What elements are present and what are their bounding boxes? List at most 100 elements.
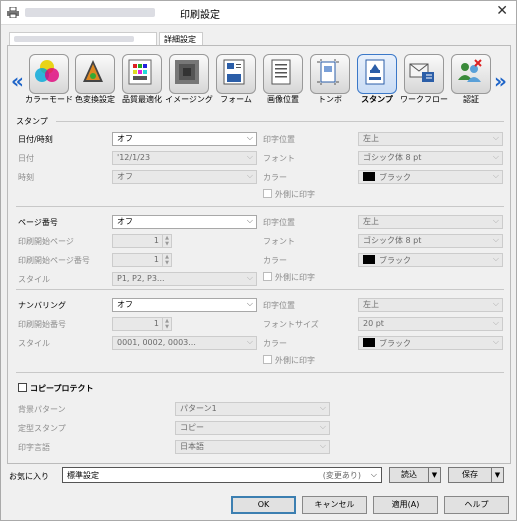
chevron-down-icon: ⌵ (492, 171, 499, 180)
scroll-right-icon[interactable]: » (494, 69, 507, 93)
page-number-select[interactable]: オフ ⌵ (112, 215, 257, 229)
date-position-select[interactable]: 左上 ⌵ (358, 132, 503, 146)
date-time-value: オフ (117, 134, 133, 143)
divider (16, 372, 504, 373)
toolbar-crop-marks[interactable]: トンボ (307, 51, 353, 111)
help-button[interactable]: ヘルプ (444, 496, 509, 514)
stamp-icon (365, 59, 385, 85)
printer-icon (7, 7, 19, 18)
color-swatch (363, 255, 375, 264)
numbering-outside-checkbox[interactable]: 外側に印字 (263, 355, 315, 366)
date-outside-checkbox[interactable]: 外側に印字 (263, 189, 315, 200)
checkbox-label: 外側に印字 (275, 356, 315, 365)
fixed-stamp-select[interactable]: コピー ⌵ (175, 421, 330, 435)
toolbar-color-conversion[interactable]: 色変換設定 (72, 51, 118, 111)
start-page-number-label: 印刷開始ページ番号 (18, 256, 90, 265)
save-button[interactable]: 保存 ▼ (448, 467, 504, 483)
fixed-stamp-value: コピー (180, 423, 204, 432)
date-color-select[interactable]: ブラック ⌵ (358, 170, 503, 184)
numbering-color-select[interactable]: ブラック ⌵ (358, 336, 503, 350)
numbering-value: オフ (117, 300, 133, 309)
imaging-icon (175, 60, 199, 84)
tab-printer[interactable] (9, 32, 157, 45)
numbering-style-select[interactable]: 0001, 0002, 0003... ⌵ (112, 336, 257, 350)
date-format-select[interactable]: '12/1/23 ⌵ (112, 151, 257, 165)
window-title: 印刷設定 (180, 10, 220, 21)
copy-protect-checkbox[interactable]: コピープロテクト (18, 383, 94, 394)
spinner-arrows-icon[interactable]: ▲ ▼ (162, 318, 171, 330)
save-menu-icon[interactable]: ▼ (491, 468, 503, 482)
numbering-fontsize-select[interactable]: 20 pt ⌵ (358, 317, 503, 331)
checkbox-box (263, 355, 272, 364)
page-style-label: スタイル (18, 275, 50, 284)
ok-button[interactable]: OK (231, 496, 296, 514)
numbering-color-label: カラー (263, 339, 287, 348)
chevron-down-icon: ⌵ (492, 299, 499, 308)
page-number-value: オフ (117, 217, 133, 226)
toolbar-imaging[interactable]: イメージング (165, 51, 213, 111)
toolbar-label: 認証 (463, 95, 479, 104)
color-swatch (363, 172, 375, 181)
date-position-label: 印字位置 (263, 135, 295, 144)
workflow-icon (409, 63, 434, 82)
tab-advanced[interactable]: 詳細設定 (159, 32, 203, 45)
print-language-label: 印字言語 (18, 443, 50, 452)
cancel-button[interactable]: キャンセル (302, 496, 367, 514)
start-page-number-spinner[interactable]: 1 ▲ ▼ (112, 253, 172, 267)
page-outside-checkbox[interactable]: 外側に印字 (263, 272, 315, 283)
time-format-select[interactable]: オフ ⌵ (112, 170, 257, 184)
chevron-down-icon: ⌵ (319, 441, 326, 450)
date-font-label: フォント (263, 154, 295, 163)
chevron-down-icon: ⌵ (246, 216, 253, 225)
checkbox-label: 外側に印字 (275, 273, 315, 282)
favorites-value: 標準設定 (67, 471, 99, 480)
toolbar-quality[interactable]: 品質最適化 (119, 51, 165, 111)
printer-name-blurred (25, 8, 155, 17)
time-label: 時刻 (18, 173, 34, 182)
divider (16, 289, 504, 290)
page-style-select[interactable]: P1, P2, P3... ⌵ (112, 272, 257, 286)
checkbox-box (18, 383, 27, 392)
start-page-value: 1 (153, 236, 159, 245)
page-color-label: カラー (263, 256, 287, 265)
start-number-value: 1 (153, 319, 159, 328)
load-menu-icon[interactable]: ▼ (428, 468, 440, 482)
page-color-select[interactable]: ブラック ⌵ (358, 253, 503, 267)
start-number-spinner[interactable]: 1 ▲ ▼ (112, 317, 172, 331)
numbering-position-select[interactable]: 左上 ⌵ (358, 298, 503, 312)
chevron-down-icon: ⌵ (492, 235, 499, 244)
load-label: 読込 (401, 470, 417, 479)
toolbar-workflow[interactable]: ワークフロー (400, 51, 448, 111)
apply-button[interactable]: 適用(A) (373, 496, 438, 514)
image-position-icon (271, 59, 291, 85)
page-font-select[interactable]: ゴシック体 8 pt ⌵ (358, 234, 503, 248)
start-page-spinner[interactable]: 1 ▲ ▼ (112, 234, 172, 248)
print-settings-window: 印刷設定 ✕ 詳細設定 « » カラーモード 色変換設定 品質最適化 イメージン… (0, 0, 517, 521)
numbering-position-label: 印字位置 (263, 301, 295, 310)
title-bar: 印刷設定 ✕ (1, 1, 516, 25)
close-icon[interactable]: ✕ (496, 3, 508, 19)
numbering-select[interactable]: オフ ⌵ (112, 298, 257, 312)
spinner-arrows-icon[interactable]: ▲ ▼ (162, 254, 171, 266)
favorites-changed: (変更あり) (322, 471, 361, 480)
bg-pattern-select[interactable]: パターン1 ⌵ (175, 402, 330, 416)
print-language-select[interactable]: 日本語 ⌵ (175, 440, 330, 454)
load-button[interactable]: 読込 ▼ (389, 467, 441, 483)
toolbar-form[interactable]: フォーム (213, 51, 259, 111)
date-time-select[interactable]: オフ ⌵ (112, 132, 257, 146)
scroll-left-icon[interactable]: « (11, 69, 24, 93)
favorites-select[interactable]: 標準設定 (変更あり) ⌵ (62, 467, 382, 483)
toolbar-image-position[interactable]: 画像位置 (260, 51, 306, 111)
numbering-fontsize-label: フォントサイズ (263, 320, 319, 329)
spinner-arrows-icon[interactable]: ▲ ▼ (162, 235, 171, 247)
toolbar-authentication[interactable]: 認証 (448, 51, 494, 111)
date-font-select[interactable]: ゴシック体 8 pt ⌵ (358, 151, 503, 165)
page-position-select[interactable]: 左上 ⌵ (358, 215, 503, 229)
start-number-label: 印刷開始番号 (18, 320, 66, 329)
color-conversion-icon (83, 60, 103, 82)
toolbar-stamp[interactable]: スタンプ (354, 51, 400, 111)
settings-panel: « » カラーモード 色変換設定 品質最適化 イメージング フォーム 画像位置 … (7, 45, 511, 464)
fixed-stamp-label: 定型スタンプ (18, 424, 66, 433)
quality-icon (128, 59, 152, 85)
page-color-value: ブラック (379, 256, 411, 265)
